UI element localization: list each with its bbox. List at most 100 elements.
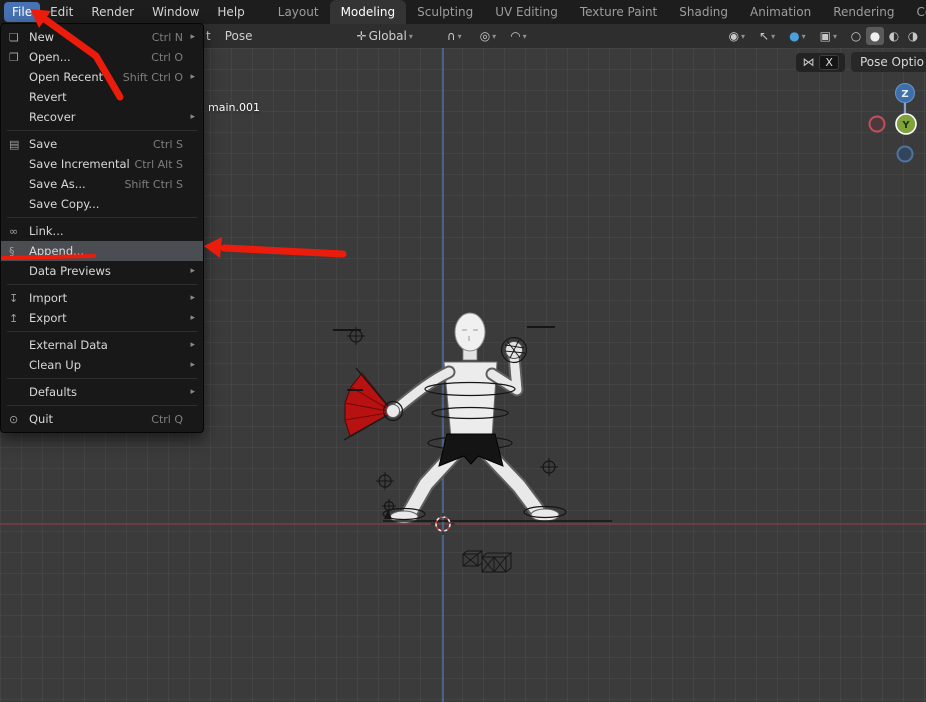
submenu-arrow-icon <box>185 360 195 370</box>
workspace-tab[interactable]: Compositing <box>905 0 926 24</box>
menu-item-label: Append... <box>29 244 183 258</box>
menu-item-label: Open... <box>29 50 151 64</box>
menu-item-label: New <box>29 30 152 44</box>
file-menu-item[interactable]: ⊙ Quit Ctrl Q <box>1 409 203 429</box>
menu-item-label: Data Previews <box>29 264 183 278</box>
workspace-tab[interactable]: UV Editing <box>484 0 569 24</box>
orientation-label: Global <box>369 29 407 43</box>
export-icon: ↥ <box>9 312 29 325</box>
file-menu-item[interactable]: ❏ New Ctrl N <box>1 27 203 47</box>
orientation-axes-icon: ✛ <box>357 30 367 42</box>
pose-menu[interactable]: Pose <box>217 27 261 45</box>
toolbar-icon: ● <box>789 30 799 42</box>
menu-item-label: Defaults <box>29 385 183 399</box>
menu-item-shortcut: Ctrl N <box>152 31 183 44</box>
transform-orientation-dropdown[interactable]: ✛ Global <box>353 27 417 45</box>
falloff-curve-icon: ◠ <box>510 30 520 42</box>
menubar-menu-button[interactable]: Edit <box>42 2 81 22</box>
menu-item-label: External Data <box>29 338 183 352</box>
mirror-x-label: X <box>819 55 839 70</box>
snap-toggle[interactable]: ∩ <box>443 28 466 44</box>
file-menu-item[interactable]: Defaults <box>1 382 203 402</box>
show-overlays-dropdown[interactable]: ● <box>785 28 810 44</box>
xray-toggle-dropdown[interactable]: ▣ <box>816 28 841 44</box>
submenu-arrow-icon <box>185 72 195 82</box>
file-menu-item[interactable]: ↥ Export <box>1 308 203 328</box>
shading-sphere-icon: ● <box>870 29 880 43</box>
file-menu-item[interactable]: ▤ Save Ctrl S <box>1 134 203 154</box>
menu-item-shortcut: Shift Ctrl O <box>123 71 183 84</box>
menubar-menu-button[interactable]: Render <box>83 2 142 22</box>
proportional-falloff-dropdown[interactable]: ◠ <box>506 28 531 44</box>
menu-item-label: Save Copy... <box>29 197 183 211</box>
toolbar-icon: ▣ <box>820 30 831 42</box>
menu-item-label: Quit <box>29 412 151 426</box>
file-menu-item[interactable]: ↧ Import <box>1 288 203 308</box>
chevron-down-icon <box>741 32 745 41</box>
open-folder-icon: ❐ <box>9 51 29 64</box>
active-object-label: main.001 <box>208 101 260 114</box>
workspace-tab[interactable]: Animation <box>739 0 822 24</box>
file-menu-item[interactable]: § Append... <box>1 241 203 261</box>
chevron-down-icon <box>771 32 775 41</box>
menu-item-shortcut: Ctrl Alt S <box>135 158 183 171</box>
workspace-tab[interactable]: Texture Paint <box>569 0 668 24</box>
proportional-edit-icon: ◎ <box>480 30 490 42</box>
file-menu-item[interactable]: Recover <box>1 107 203 127</box>
import-icon: ↧ <box>9 292 29 305</box>
file-menu-item[interactable]: External Data <box>1 335 203 355</box>
shading-sphere-icon: ○ <box>851 29 861 43</box>
menu-item-label: Save Incremental <box>29 157 135 171</box>
file-menu-item[interactable]: ❐ Open... Ctrl O <box>1 47 203 67</box>
menubar-menu-button[interactable]: File <box>4 2 40 22</box>
menu-item-shortcut: Ctrl S <box>153 138 183 151</box>
submenu-arrow-icon <box>185 340 195 350</box>
new-file-icon: ❏ <box>9 31 29 44</box>
file-menu-item[interactable]: Save Copy... <box>1 194 203 214</box>
file-menu-item[interactable]: Save Incremental Ctrl Alt S <box>1 154 203 174</box>
chevron-down-icon <box>492 32 496 41</box>
pose-mirror-x-toggle[interactable]: ⋈ X <box>796 53 845 72</box>
shading-solid-button[interactable]: ● <box>866 27 884 45</box>
viewport-shading-modes: ○ ● ◐ ◑ <box>847 27 922 45</box>
workspace-tabs: Layout Modeling Sculpting UV Editing Tex… <box>267 0 926 24</box>
workspace-tab[interactable]: Rendering <box>822 0 905 24</box>
file-menu-item[interactable]: Data Previews <box>1 261 203 281</box>
top-menubar: File Edit Render Window Help Layout Mode… <box>0 0 926 24</box>
menu-item-label: Link... <box>29 224 183 238</box>
pose-options-strip: ⋈ X Pose Optio <box>796 52 926 72</box>
menubar-menu-button[interactable]: Window <box>144 2 207 22</box>
pose-options-dropdown[interactable]: Pose Optio <box>851 52 926 72</box>
file-menu-item[interactable]: Save As... Shift Ctrl S <box>1 174 203 194</box>
workspace-tab[interactable]: Sculpting <box>406 0 484 24</box>
shading-rendered-button[interactable]: ◑ <box>904 27 922 45</box>
object-visibility-dropdown[interactable]: ◉ <box>725 28 750 44</box>
mirror-butterfly-icon: ⋈ <box>802 56 814 68</box>
file-menu-item[interactable]: Open Recent Shift Ctrl O <box>1 67 203 87</box>
select-menu-label-partial[interactable]: t <box>206 29 211 43</box>
shading-sphere-icon: ◑ <box>908 29 918 43</box>
submenu-arrow-icon <box>185 313 195 323</box>
chevron-down-icon <box>523 32 527 41</box>
show-gizmos-dropdown[interactable]: ↖ <box>755 28 779 44</box>
chevron-down-icon <box>458 32 462 41</box>
menubar-menu-button[interactable]: Help <box>209 2 252 22</box>
shading-material-button[interactable]: ◐ <box>885 27 903 45</box>
chevron-down-icon <box>802 32 806 41</box>
workspace-tab[interactable]: Shading <box>668 0 739 24</box>
file-menu-item[interactable]: ∞ Link... <box>1 221 203 241</box>
workspace-tab[interactable]: Layout <box>267 0 330 24</box>
menu-item-label: Clean Up <box>29 358 183 372</box>
submenu-arrow-icon <box>185 266 195 276</box>
proportional-edit-toggle[interactable]: ◎ <box>476 28 501 44</box>
link-chain-icon: ∞ <box>9 225 29 238</box>
workspace-tab[interactable]: Modeling <box>330 0 407 24</box>
menu-item-label: Open Recent <box>29 70 123 84</box>
save-icon: ▤ <box>9 138 29 151</box>
menu-item-label: Save <box>29 137 153 151</box>
menu-item-label: Save As... <box>29 177 124 191</box>
file-menu-dropdown: ❏ New Ctrl N ❐ Open... Ctrl O Open Recen… <box>0 23 204 433</box>
shading-wireframe-button[interactable]: ○ <box>847 27 865 45</box>
file-menu-item[interactable]: Clean Up <box>1 355 203 375</box>
file-menu-item[interactable]: Revert <box>1 87 203 107</box>
